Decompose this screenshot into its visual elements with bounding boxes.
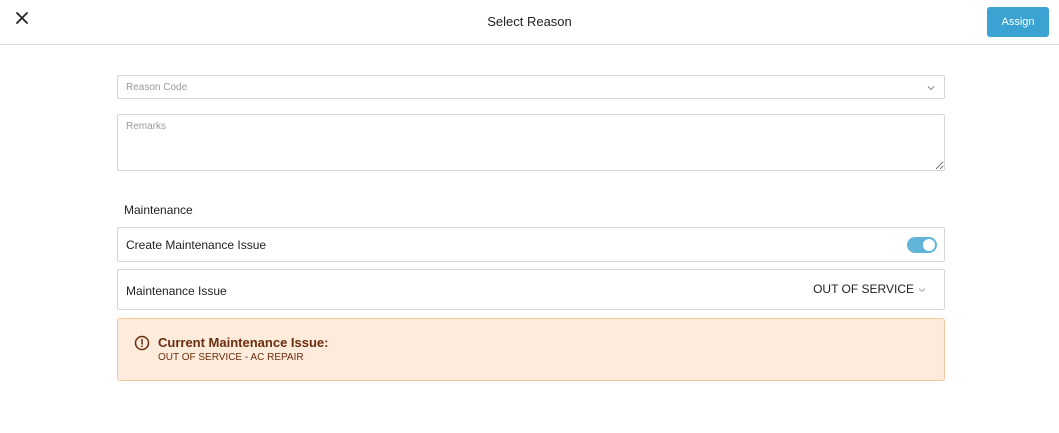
dialog-title: Select Reason (487, 14, 572, 29)
alert-text: OUT OF SERVICE - AC REPAIR (158, 352, 304, 363)
chevron-down-icon (927, 86, 935, 91)
create-maintenance-issue-label: Create Maintenance Issue (126, 238, 267, 252)
maintenance-section-title: Maintenance (124, 203, 193, 217)
maintenance-issue-label: Maintenance Issue (126, 284, 227, 298)
alert-title: Current Maintenance Issue: (158, 335, 329, 350)
maintenance-issue-value[interactable]: OUT OF SERVICE (813, 282, 914, 296)
create-maintenance-issue-toggle[interactable] (907, 237, 937, 253)
chevron-down-icon[interactable] (918, 286, 926, 294)
assign-button[interactable]: Assign (987, 7, 1049, 37)
dialog-header: Select Reason Assign (0, 0, 1059, 45)
reason-code-select[interactable]: Reason Code (117, 75, 945, 99)
current-maintenance-alert: Current Maintenance Issue: OUT OF SERVIC… (117, 318, 945, 381)
maintenance-issue-row[interactable]: Maintenance Issue OUT OF SERVICE (117, 269, 945, 310)
alert-circle-icon (134, 335, 150, 351)
remarks-textarea[interactable] (117, 114, 945, 171)
toggle-knob (923, 239, 935, 251)
create-maintenance-issue-row: Create Maintenance Issue (117, 227, 945, 262)
reason-code-placeholder: Reason Code (126, 82, 188, 93)
